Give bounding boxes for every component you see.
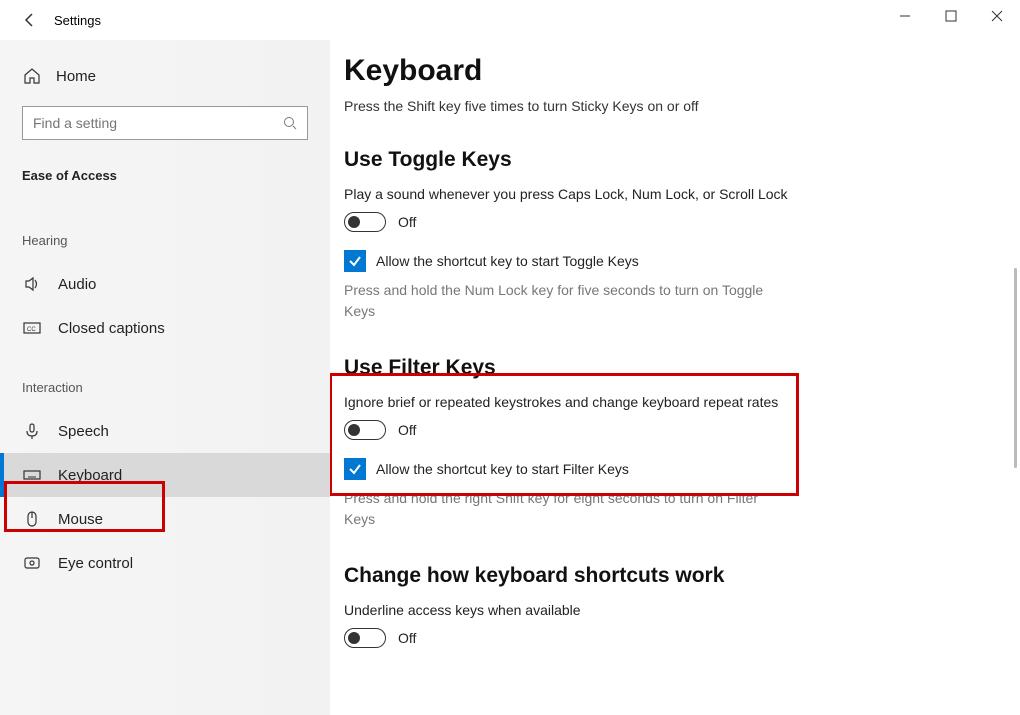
sidebar-item-label: Keyboard	[58, 467, 122, 484]
toggle-keys-heading: Use Toggle Keys	[344, 148, 990, 172]
svg-text:CC: CC	[27, 327, 36, 333]
filter-keys-section: Use Filter Keys Ignore brief or repeated…	[344, 356, 990, 530]
sidebar-item-mouse[interactable]: Mouse	[0, 497, 330, 541]
window-controls	[882, 0, 1020, 32]
group-heading-hearing: Hearing	[0, 203, 330, 262]
filter-keys-switch[interactable]	[344, 420, 386, 440]
main-content: Keyboard Press the Shift key five times …	[330, 40, 1020, 715]
page-title: Keyboard	[344, 54, 990, 88]
page-subtitle: Press the Shift key five times to turn S…	[344, 98, 990, 114]
underline-shortcuts-state: Off	[398, 630, 416, 646]
toggle-keys-state: Off	[398, 214, 416, 230]
toggle-keys-hint: Press and hold the Num Lock key for five…	[344, 280, 784, 322]
minimize-icon	[899, 10, 911, 22]
mouse-icon	[22, 509, 42, 529]
group-heading-interaction: Interaction	[0, 350, 330, 409]
window-title: Settings	[54, 13, 101, 28]
filter-keys-shortcut-checkbox[interactable]	[344, 458, 366, 480]
keyboard-icon	[22, 465, 42, 485]
home-nav[interactable]: Home	[0, 58, 330, 94]
sidebar-item-label: Speech	[58, 423, 109, 440]
home-label: Home	[56, 68, 96, 85]
search-box[interactable]	[22, 106, 308, 140]
close-icon	[991, 10, 1003, 22]
filter-keys-desc: Ignore brief or repeated keystrokes and …	[344, 394, 814, 410]
shortcuts-section: Change how keyboard shortcuts work Under…	[344, 564, 990, 648]
filter-keys-checkbox-label: Allow the shortcut key to start Filter K…	[376, 461, 629, 477]
arrow-left-icon	[22, 12, 38, 28]
home-icon	[22, 66, 42, 86]
sidebar-item-closed-captions[interactable]: CC Closed captions	[0, 306, 330, 350]
sidebar-item-speech[interactable]: Speech	[0, 409, 330, 453]
sidebar-item-eye-control[interactable]: Eye control	[0, 541, 330, 585]
checkmark-icon	[348, 462, 362, 476]
filter-keys-hint: Press and hold the right Shift key for e…	[344, 488, 784, 530]
toggle-keys-desc: Play a sound whenever you press Caps Loc…	[344, 186, 814, 202]
shortcuts-desc: Underline access keys when available	[344, 602, 814, 618]
checkmark-icon	[348, 254, 362, 268]
shortcuts-heading: Change how keyboard shortcuts work	[344, 564, 990, 588]
title-bar: Settings	[0, 0, 1020, 40]
search-input[interactable]	[33, 115, 283, 131]
filter-keys-state: Off	[398, 422, 416, 438]
sidebar-item-label: Eye control	[58, 555, 133, 572]
cc-icon: CC	[22, 318, 42, 338]
search-icon	[283, 116, 297, 130]
maximize-icon	[945, 10, 957, 22]
toggle-keys-switch[interactable]	[344, 212, 386, 232]
speaker-icon	[22, 274, 42, 294]
underline-shortcuts-switch[interactable]	[344, 628, 386, 648]
sidebar-item-keyboard[interactable]: Keyboard	[0, 453, 330, 497]
section-heading: Ease of Access	[0, 158, 330, 203]
back-button[interactable]	[16, 6, 44, 34]
eye-icon	[22, 553, 42, 573]
sidebar-item-label: Closed captions	[58, 320, 165, 337]
scrollbar[interactable]	[1014, 268, 1017, 468]
mic-icon	[22, 421, 42, 441]
toggle-keys-shortcut-checkbox[interactable]	[344, 250, 366, 272]
close-button[interactable]	[974, 0, 1020, 32]
filter-keys-heading: Use Filter Keys	[344, 356, 990, 380]
sidebar-item-label: Mouse	[58, 511, 103, 528]
sidebar-item-label: Audio	[58, 276, 96, 293]
toggle-keys-section: Use Toggle Keys Play a sound whenever yo…	[344, 148, 990, 322]
sidebar-item-audio[interactable]: Audio	[0, 262, 330, 306]
toggle-keys-checkbox-label: Allow the shortcut key to start Toggle K…	[376, 253, 639, 269]
maximize-button[interactable]	[928, 0, 974, 32]
sidebar: Home Ease of Access Hearing Audio CC Clo…	[0, 40, 330, 715]
minimize-button[interactable]	[882, 0, 928, 32]
